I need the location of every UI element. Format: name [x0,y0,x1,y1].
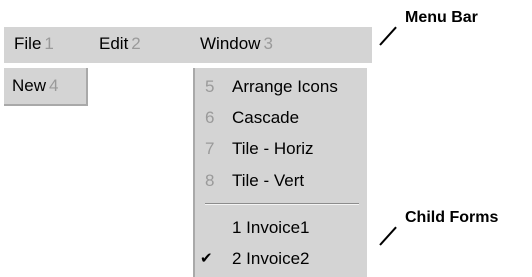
menu-item-cascade-label: Cascade [232,108,300,127]
menu-item-arrange-icons-label: Arrange Icons [232,77,338,96]
menu-window-accel: 3 [263,34,273,53]
menu-edit-accel: 2 [131,34,141,53]
menu-item-new-label: New [12,76,47,95]
menu-item-cascade[interactable]: 6 Cascade [205,108,299,128]
checkmark-icon: ✔ [200,250,213,267]
menu-window-label: Window [200,34,261,53]
menu-item-child-invoice2-label: 2 Invoice2 [232,249,310,268]
menu-item-cascade-accel: 6 [205,108,215,127]
menu-bar-annotation: Menu Bar [405,9,478,26]
menu-item-child-invoice2[interactable]: 2 Invoice2 [232,249,310,269]
menu-bar-pointer [379,26,397,46]
menu-item-new-accel: 4 [49,76,59,95]
menu-item-tile-vert-label: Tile - Vert [232,171,305,190]
menu-item-tile-horiz-accel: 7 [205,139,215,158]
menu-file-label: File [14,34,42,53]
menu-item-new[interactable]: New 4 [12,76,58,96]
window-dropdown: 5 Arrange Icons 6 Cascade 7 Tile - Horiz 8T… [193,68,367,277]
menu-edit[interactable]: Edit 2 [99,34,141,54]
child-forms-pointer [379,226,397,246]
menu-bar: File 1 Edit 2 Window 3 [4,27,372,63]
menu-edit-label: Edit [99,34,129,53]
menu-item-tile-vert[interactable]: 8 Tile - Vert [205,171,304,191]
child-forms-annotation: Child Forms [405,209,499,226]
menu-item-tile-horiz-label: Tile - Horiz [232,139,314,158]
menu-item-child-invoice1[interactable]: 1 Invoice1 [232,218,310,238]
menu-item-tile-horiz[interactable]: 7 Tile - Horiz [205,139,314,159]
menu-separator [205,203,359,205]
menu-file-accel: 1 [44,34,54,53]
menu-item-child-invoice1-label: 1 Invoice1 [232,218,310,237]
file-dropdown: New 4 [4,68,88,106]
menu-item-arrange-icons[interactable]: 5 Arrange Icons [205,77,338,97]
menu-window[interactable]: Window 3 [200,34,273,54]
menu-file[interactable]: File 1 [14,34,54,54]
menu-item-arrange-icons-accel: 5 [205,77,215,96]
menu-item-tile-vert-accel: 8 [205,171,215,190]
